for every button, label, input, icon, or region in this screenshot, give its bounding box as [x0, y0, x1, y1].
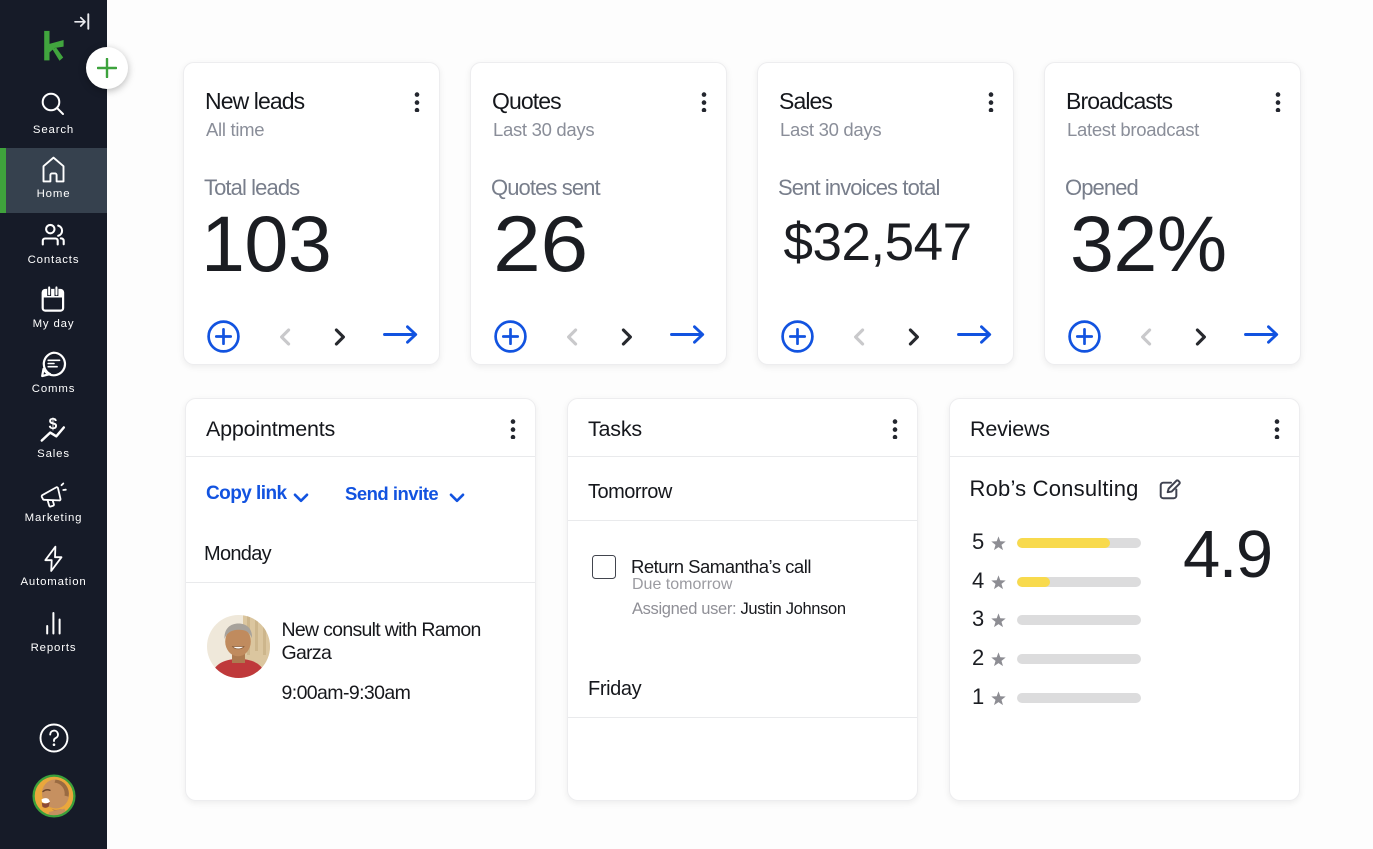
svg-text:$: $ — [49, 416, 58, 433]
